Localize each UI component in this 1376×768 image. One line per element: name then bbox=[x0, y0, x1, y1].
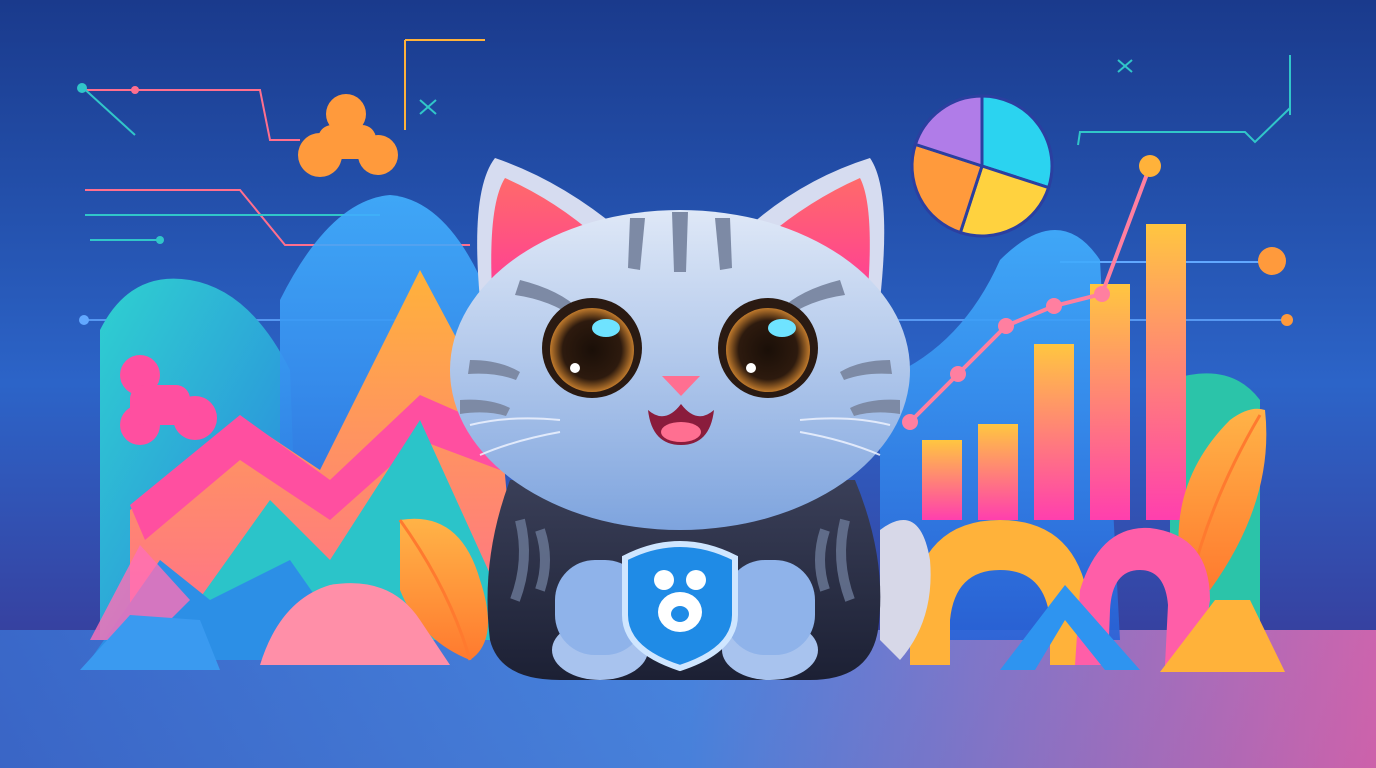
line-point-2 bbox=[950, 366, 966, 382]
line-point-4 bbox=[1046, 298, 1062, 314]
line-point-1 bbox=[902, 414, 918, 430]
cat-eye-right bbox=[718, 298, 818, 398]
bar-2 bbox=[978, 424, 1018, 520]
bar-3 bbox=[1034, 344, 1074, 520]
line-point-3 bbox=[998, 318, 1014, 334]
cat-mascot bbox=[450, 158, 931, 680]
line-point-6 bbox=[1139, 155, 1161, 177]
bar-1 bbox=[922, 440, 962, 520]
bar-5 bbox=[1146, 224, 1186, 520]
line-point-5 bbox=[1094, 286, 1110, 302]
pie-chart bbox=[910, 94, 1054, 238]
illustration-scene bbox=[0, 0, 1376, 768]
bear-paw-icon bbox=[622, 541, 738, 672]
bar-4 bbox=[1090, 284, 1130, 520]
cat-eye-left bbox=[542, 298, 642, 398]
